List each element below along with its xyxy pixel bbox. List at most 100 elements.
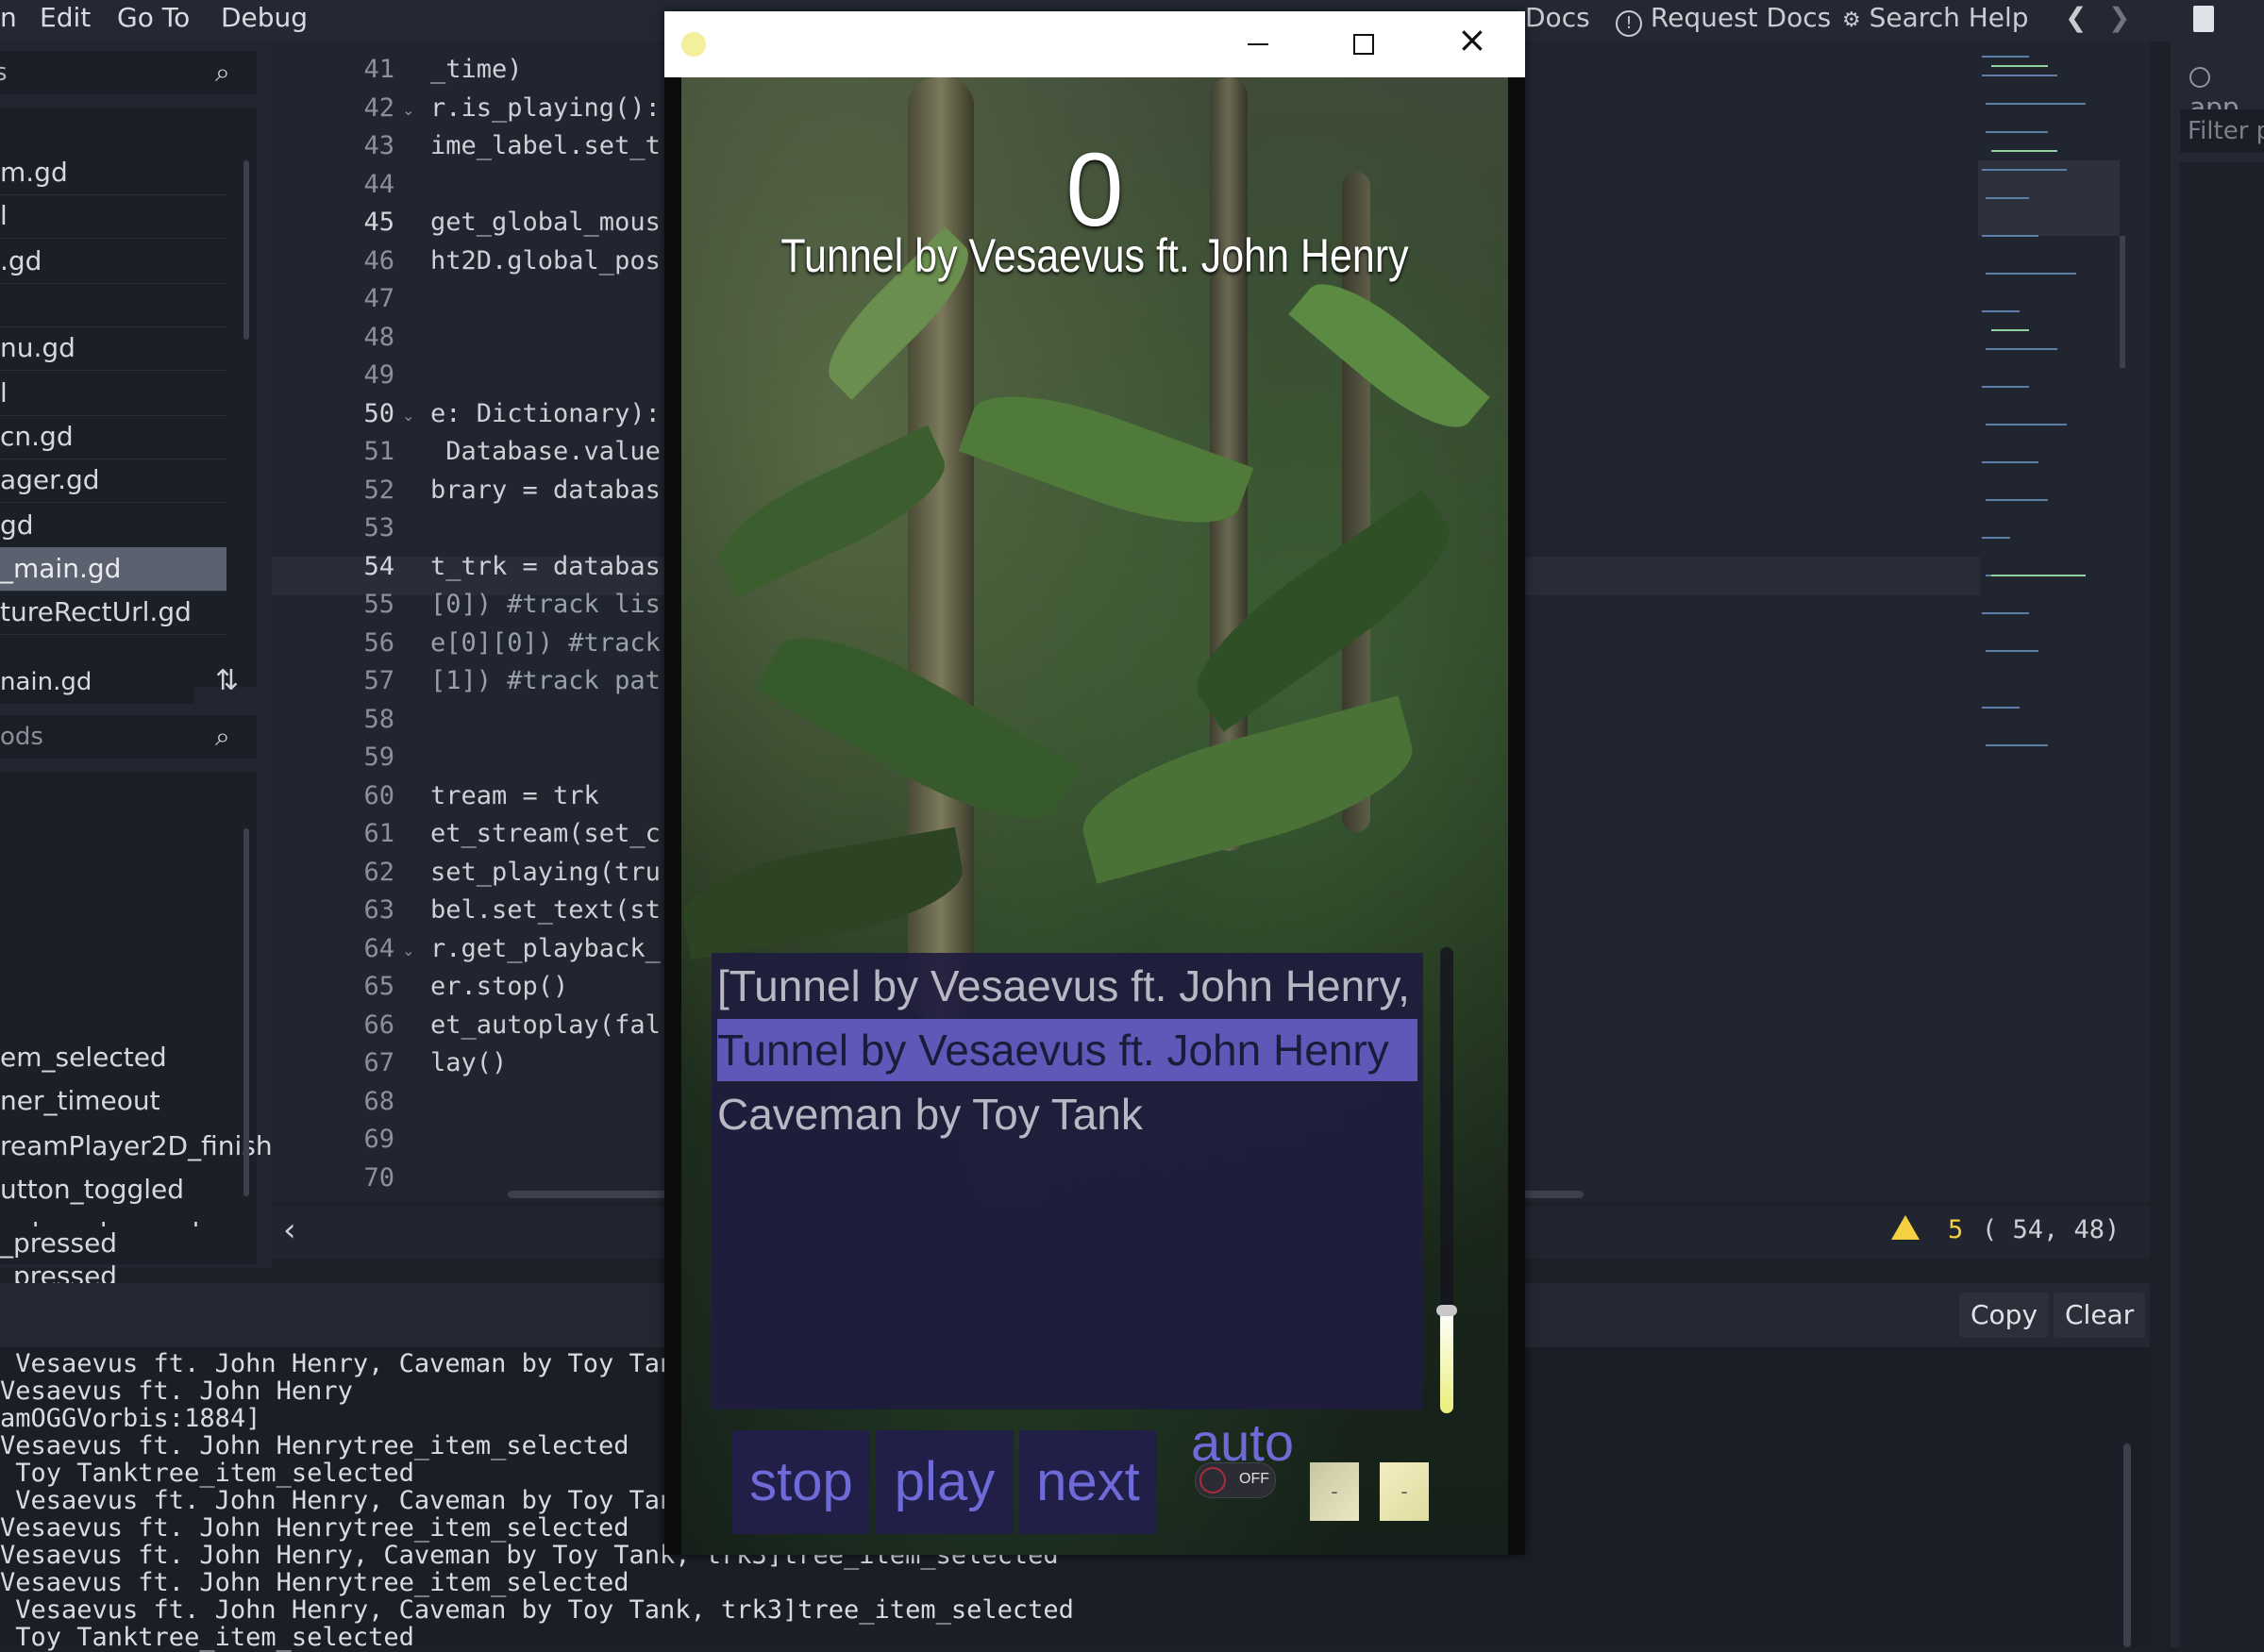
code-line[interactable]: r.get_playback_ — [430, 934, 661, 963]
menu-scene[interactable]: n — [0, 2, 17, 33]
minus-button-b[interactable]: - — [1380, 1462, 1429, 1521]
code-line[interactable]: lay() — [430, 1048, 507, 1077]
history-back-button[interactable]: ❮ — [2065, 2, 2087, 33]
track-list-item[interactable]: [Tunnel by Vesaevus ft. John Henry, Cave — [717, 955, 1417, 1017]
filter-input[interactable]: Filter p — [2180, 109, 2264, 153]
minus-button-a[interactable]: - — [1310, 1462, 1359, 1521]
copy-button[interactable]: Copy — [1959, 1293, 2050, 1338]
code-line[interactable]: get_global_mous — [430, 208, 661, 237]
line-number: 44 — [363, 169, 394, 199]
list-item[interactable] — [0, 283, 226, 327]
method-filter-input[interactable]: ods ⌕ — [0, 715, 257, 759]
list-item[interactable]: _pressed — [0, 1226, 257, 1264]
code-line[interactable]: set_playing(tru — [430, 858, 661, 887]
track-list-item[interactable]: Caveman by Toy Tank — [717, 1083, 1417, 1145]
output-line: Toy Tanktree_item_selected — [0, 1459, 414, 1488]
line-number: 49 — [363, 360, 394, 390]
list-item[interactable]: m.gd — [0, 151, 226, 195]
code-line[interactable]: ht2D.global_pos — [430, 246, 661, 275]
list-item[interactable]: tureRectUrl.gd — [0, 591, 226, 635]
list-item[interactable]: cn.gd — [0, 415, 226, 459]
minimize-button[interactable] — [1234, 21, 1282, 68]
leaf — [1288, 263, 1490, 448]
list-item[interactable]: ner_timeout — [0, 1079, 257, 1123]
line-number: 61 — [363, 819, 394, 848]
scroll-left-icon[interactable]: ‹ — [283, 1211, 296, 1249]
code-line[interactable]: [1]) #track pat — [430, 666, 661, 695]
code-line[interactable]: et_stream(set_c — [430, 819, 661, 848]
script-filter-input[interactable]: s ⌕ — [0, 51, 257, 94]
output-line: Vesaevus ft. John Henry, Caveman by Toy … — [0, 1486, 676, 1515]
close-icon: × — [1457, 19, 1487, 60]
list-item[interactable]: em_selected — [0, 1036, 257, 1079]
code-minimap[interactable] — [1972, 47, 2133, 764]
code-line[interactable]: er.stop() — [430, 972, 568, 1001]
warning-icon[interactable] — [1891, 1215, 1920, 1240]
code-line[interactable]: brary = databas — [430, 476, 661, 505]
request-docs-label: Request Docs — [1650, 2, 1832, 33]
code-line[interactable]: t_trk = databas — [430, 552, 661, 581]
maximize-button[interactable] — [1340, 21, 1387, 68]
window-titlebar[interactable]: × — [664, 11, 1525, 77]
history-forward-button[interactable]: ❯ — [2108, 2, 2130, 33]
list-item[interactable]: ager.gd — [0, 459, 226, 503]
line-number: 60 — [363, 780, 394, 810]
fold-chevron-icon[interactable]: ⌄ — [402, 942, 414, 959]
play-button[interactable]: play — [876, 1430, 1014, 1534]
line-number: 69 — [363, 1125, 394, 1154]
code-line[interactable]: [0]) #track lis — [430, 590, 661, 619]
list-item[interactable]: l — [0, 194, 226, 239]
list-item[interactable]: utton_toggled — [0, 1168, 257, 1211]
sort-icon[interactable]: ⇅ — [215, 664, 239, 697]
scrollbar[interactable] — [243, 828, 249, 1196]
list-item-selected[interactable]: _main.gd — [0, 547, 226, 592]
line-number: 59 — [363, 743, 394, 772]
track-list[interactable]: [Tunnel by Vesaevus ft. John Henry, Cave… — [712, 953, 1423, 1410]
volume-slider-grabber[interactable] — [1436, 1305, 1457, 1317]
online-docs-link[interactable]: Docs — [1525, 2, 1590, 33]
list-item[interactable]: l — [0, 372, 226, 416]
stop-button[interactable]: stop — [732, 1430, 870, 1534]
code-line[interactable]: ime_label.set_t — [430, 131, 661, 160]
volume-slider[interactable] — [1436, 947, 1457, 1413]
track-list-item-selected[interactable]: Tunnel by Vesaevus ft. John Henry — [717, 1019, 1417, 1081]
code-line[interactable]: r.is_playing(): — [430, 93, 661, 123]
request-docs-button[interactable]: ! Request Docs — [1616, 2, 1831, 37]
scrollbar[interactable] — [2123, 1443, 2131, 1647]
list-item[interactable]: .gd — [0, 240, 226, 284]
clear-button[interactable]: Clear — [2054, 1293, 2146, 1338]
list-item[interactable]: reamPlayer2D_finish — [0, 1125, 273, 1168]
line-number: 68 — [363, 1086, 394, 1116]
code-line[interactable]: Database.value — [430, 437, 661, 466]
scrollbar[interactable] — [243, 160, 249, 340]
code-line[interactable]: _time) — [430, 55, 523, 84]
code-line[interactable]: bel.set_text(st — [430, 895, 661, 925]
warning-count[interactable]: 5 — [1948, 1215, 1963, 1244]
new-script-icon[interactable] — [2193, 6, 2214, 32]
output-line: Vesaevus ft. John Henry — [0, 1377, 353, 1406]
fold-chevron-icon[interactable]: ⌄ — [402, 101, 414, 119]
menu-goto[interactable]: Go To — [117, 2, 190, 33]
list-item[interactable]: gd — [0, 504, 226, 548]
list-item[interactable]: nu.gd — [0, 326, 226, 371]
auto-toggle[interactable]: OFF — [1195, 1462, 1276, 1498]
next-button[interactable]: next — [1019, 1430, 1157, 1534]
line-number: 52 — [363, 475, 394, 505]
dock-panel-body — [2180, 162, 2264, 1647]
close-button[interactable]: × — [1448, 19, 1495, 68]
line-number: 62 — [363, 857, 394, 887]
line-number: 48 — [363, 322, 394, 352]
line-number: 57 — [363, 666, 394, 695]
code-line[interactable]: tream = trk — [430, 781, 599, 810]
code-line[interactable]: e[0][0]) #track — [430, 628, 661, 658]
current-script-field[interactable]: nain.gd — [0, 660, 194, 704]
search-help-button[interactable]: ⚙ Search Help — [1842, 2, 2029, 33]
fold-chevron-icon[interactable]: ⌄ — [402, 407, 414, 425]
menu-edit[interactable]: Edit — [40, 2, 91, 33]
line-number: 55 — [363, 590, 394, 619]
code-line[interactable]: e: Dictionary): — [430, 399, 661, 428]
menu-debug[interactable]: Debug — [221, 2, 308, 33]
godot-app-icon — [681, 32, 706, 57]
code-line[interactable]: et_autoplay(fal — [430, 1010, 661, 1040]
search-help-icon: ⚙ — [1842, 8, 1861, 32]
